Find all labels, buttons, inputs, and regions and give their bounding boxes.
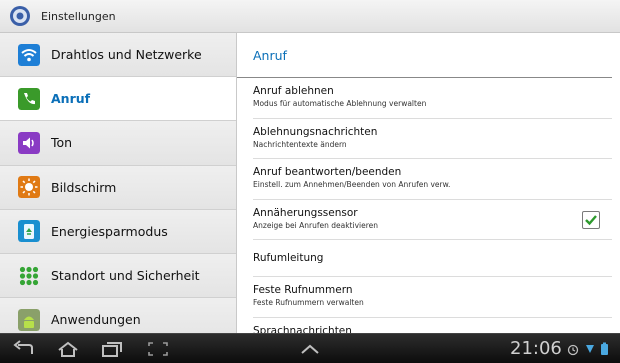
phone-icon xyxy=(18,87,40,110)
setting-ablehnungsnachrichten[interactable]: Ablehnungsnachrichten Nachrichtentexte ä… xyxy=(253,119,612,159)
sidebar-item-anruf[interactable]: Anruf xyxy=(0,77,236,122)
setting-subtitle: Feste Rufnummern verwalten xyxy=(253,298,364,307)
settings-gear-icon[interactable] xyxy=(9,5,31,27)
setting-rufumleitung[interactable]: Rufumleitung xyxy=(253,240,612,277)
wifi-icon xyxy=(18,43,40,66)
sidebar-item-label: Bildschirm xyxy=(51,179,117,195)
sidebar-item-drahtlos[interactable]: Drahtlos und Netzwerke xyxy=(0,33,236,78)
setting-subtitle: Einstell. zum Annehmen/Beenden von Anruf… xyxy=(253,180,451,189)
page-title: Anruf xyxy=(253,47,287,63)
setting-title: Anruf beantworten/beenden xyxy=(253,166,402,178)
setting-subtitle: Modus für automatische Ablehnung verwalt… xyxy=(253,99,427,108)
sidebar-item-standort[interactable]: Standort und Sicherheit xyxy=(0,253,236,299)
setting-anruf-ablehnen[interactable]: Anruf ablehnen Modus für automatische Ab… xyxy=(253,78,612,119)
setting-subtitle: Nachrichtentexte ändern xyxy=(253,139,347,149)
location-grid-icon xyxy=(19,266,39,285)
title-bar: Einstellungen xyxy=(0,0,620,33)
checkmark-icon xyxy=(585,214,597,225)
setting-title: Anruf ablehnen xyxy=(253,85,334,97)
setting-title: Ablehnungsnachrichten xyxy=(253,125,378,138)
sidebar-item-label: Drahtlos und Netzwerke xyxy=(51,47,202,63)
setting-anruf-beantworten[interactable]: Anruf beantworten/beenden Einstell. zum … xyxy=(253,159,612,200)
sidebar-item-bildschirm[interactable]: Bildschirm xyxy=(0,165,236,210)
sidebar-item-label: Anwendungen xyxy=(51,312,141,328)
battery-icon xyxy=(601,342,608,355)
setting-annaeherungssensor[interactable]: Annäherungssensor Anzeige bei Anrufen de… xyxy=(253,200,612,240)
system-nav-bar: 21:06 xyxy=(0,333,620,363)
sidebar-item-label: Anruf xyxy=(51,91,91,107)
speaker-icon xyxy=(18,131,40,154)
screenshot-icon[interactable] xyxy=(146,340,170,358)
setting-title: Sprachnachrichten xyxy=(253,324,352,334)
sidebar-item-ton[interactable]: Ton xyxy=(0,121,236,166)
settings-list: Anruf ablehnen Modus für automatische Ab… xyxy=(237,78,620,333)
home-icon[interactable] xyxy=(56,340,80,358)
setting-feste-rufnummern[interactable]: Feste Rufnummern Feste Rufnummern verwal… xyxy=(253,277,612,318)
recycle-icon xyxy=(18,220,40,243)
android-icon xyxy=(18,308,40,331)
setting-title: Rufumleitung xyxy=(253,252,324,264)
settings-sidebar: Drahtlos und Netzwerke Anruf Ton Bildsch… xyxy=(0,33,236,333)
brightness-icon xyxy=(18,176,40,199)
setting-title: Feste Rufnummern xyxy=(253,284,353,296)
setting-sprachnachrichten[interactable]: Sprachnachrichten xyxy=(253,318,612,334)
sidebar-item-label: Energiesparmodus xyxy=(51,223,168,239)
app-title: Einstellungen xyxy=(41,9,116,23)
sidebar-item-energiesparmodus[interactable]: Energiesparmodus xyxy=(0,209,236,254)
recent-apps-icon[interactable] xyxy=(100,340,124,358)
status-clock: 21:06 xyxy=(510,338,562,359)
alarm-icon xyxy=(567,344,579,356)
sidebar-item-label: Ton xyxy=(51,135,73,151)
chevron-up-icon[interactable] xyxy=(298,340,322,358)
sidebar-item-anwendungen[interactable]: Anwendungen xyxy=(0,298,236,333)
wifi-signal-icon xyxy=(586,345,594,353)
sidebar-item-label: Standort und Sicherheit xyxy=(51,268,200,284)
back-icon[interactable] xyxy=(12,340,36,358)
setting-subtitle: Anzeige bei Anrufen deaktivieren xyxy=(253,220,378,230)
section-header: Anruf xyxy=(237,33,612,78)
setting-title: Annäherungssensor xyxy=(253,206,358,219)
proximity-checkbox[interactable] xyxy=(582,210,600,229)
detail-pane: Anruf Anruf ablehnen Modus für automatis… xyxy=(237,33,620,333)
